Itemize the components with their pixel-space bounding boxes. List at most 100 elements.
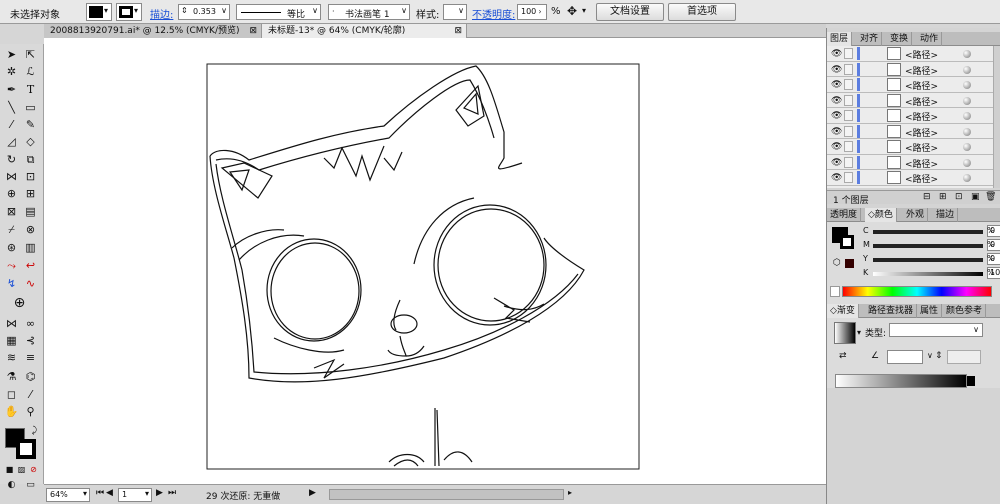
layer-row[interactable]: 👁 <路径>: [827, 170, 993, 186]
line-tool-icon[interactable]: ╲: [4, 100, 19, 115]
chevron-down-icon[interactable]: ▾: [145, 489, 149, 498]
tab-align[interactable]: 对齐: [857, 32, 883, 46]
curvature-tool-icon[interactable]: ⤳: [4, 258, 19, 273]
preferences-button[interactable]: 首选项: [668, 3, 736, 21]
slice-tool-icon[interactable]: ⁄: [23, 387, 38, 402]
eraser-tool-icon[interactable]: ◇: [23, 134, 38, 149]
screen-mode-icon[interactable]: ▭: [23, 478, 38, 493]
horizontal-scrollbar[interactable]: [329, 489, 564, 500]
target-icon[interactable]: [963, 81, 971, 89]
gradient-slider[interactable]: [835, 374, 967, 388]
layer-row[interactable]: 👁 <路径>: [827, 123, 993, 139]
wrinkle-tool-icon[interactable]: ≋: [4, 350, 19, 365]
twirl-tool-icon[interactable]: ∞: [23, 316, 38, 331]
recolor-artwork-icon[interactable]: ✥: [567, 4, 577, 18]
variable-width-profile[interactable]: 等比 ∨: [236, 4, 321, 20]
eye-icon[interactable]: 👁: [831, 49, 842, 59]
status-menu-icon[interactable]: ▶: [309, 488, 316, 498]
layers-scrollbar[interactable]: [993, 46, 1000, 188]
new-layer-icon[interactable]: ▣: [971, 192, 980, 202]
stroke-swatch[interactable]: ▾: [116, 3, 142, 21]
eye-icon[interactable]: 👁: [831, 65, 842, 75]
angle-field[interactable]: [887, 350, 923, 364]
eye-icon[interactable]: 👁: [831, 142, 842, 152]
gradient-preview[interactable]: [834, 322, 856, 344]
tab-document-2[interactable]: 未标题-13* @ 64% (CMYK/轮廓) ⊠: [262, 24, 467, 38]
target-icon[interactable]: [963, 65, 971, 74]
width-tool-icon[interactable]: ⋈: [4, 169, 19, 184]
convert-anchor-tool-icon[interactable]: ↯: [4, 276, 19, 291]
blob-brush-tool-icon[interactable]: ◿: [4, 134, 19, 149]
clipping-mask-icon[interactable]: ⊞: [939, 192, 947, 202]
reverse-gradient-icon[interactable]: ⇄: [839, 351, 847, 361]
layer-row[interactable]: 👁 <路径>: [827, 77, 993, 93]
target-icon[interactable]: [963, 158, 971, 167]
tab-document-1[interactable]: 2008813920791.ai* @ 12.5% (CMYK/预览) ⊠: [44, 24, 262, 38]
target-icon[interactable]: [963, 112, 971, 120]
eye-icon[interactable]: 👁: [831, 158, 842, 168]
target-icon[interactable]: [963, 174, 971, 182]
stroke-link[interactable]: 描边:: [150, 6, 173, 21]
yellow-channel[interactable]: Y0: [859, 253, 1000, 266]
close-icon[interactable]: ⊠: [454, 24, 462, 38]
magenta-channel[interactable]: M0: [859, 239, 1000, 252]
layer-row[interactable]: 👁 <路径>: [827, 108, 993, 124]
layer-row[interactable]: 👁 <路径>: [827, 92, 993, 108]
chevron-down-icon[interactable]: ▾: [857, 328, 861, 337]
target-icon[interactable]: [963, 143, 971, 151]
target-icon[interactable]: [963, 50, 971, 58]
type-tool-icon[interactable]: T: [23, 82, 38, 97]
new-sublayer-icon[interactable]: ⊡: [955, 192, 963, 202]
last-artboard-icon[interactable]: ⏭: [168, 488, 176, 498]
magic-wand-tool-icon[interactable]: ✲: [4, 64, 19, 79]
magenta-slider[interactable]: [873, 244, 983, 248]
stepper-icon[interactable]: ⇕: [181, 6, 188, 15]
scroll-right-icon[interactable]: ▸: [568, 488, 572, 497]
canvas-area[interactable]: [44, 38, 826, 484]
pen-tool-icon[interactable]: ✒: [4, 82, 19, 97]
layer-row[interactable]: 👁 <路径>: [827, 139, 993, 155]
live-paint-selection-icon[interactable]: ⌬: [23, 369, 38, 384]
artboard-svg[interactable]: [44, 38, 826, 484]
chevron-down-icon[interactable]: ▾: [582, 6, 586, 15]
rotate-tool-icon[interactable]: ↻: [4, 152, 19, 167]
crosshair-tool-icon[interactable]: ⊕: [12, 296, 27, 311]
eye-icon[interactable]: 👁: [831, 96, 842, 106]
stroke-color-box[interactable]: [16, 439, 36, 459]
aspect-ratio-field[interactable]: [947, 350, 981, 364]
symbol-sprayer-tool-icon[interactable]: ⊛: [4, 240, 19, 255]
out-of-gamut-icon[interactable]: ⬡: [833, 258, 841, 268]
selection-tool-icon[interactable]: ➤: [4, 47, 19, 62]
target-icon[interactable]: [963, 96, 971, 105]
none-color-swatch[interactable]: [830, 286, 840, 297]
cyan-slider[interactable]: [873, 230, 983, 234]
eyedropper-tool-icon[interactable]: ⌿: [4, 222, 19, 237]
free-transform-tool-icon[interactable]: ⊡: [23, 169, 38, 184]
tab-appearance[interactable]: 外观: [903, 208, 929, 222]
locate-object-icon[interactable]: ⊟: [923, 192, 931, 202]
none-mode-icon[interactable]: ⊘: [26, 462, 41, 477]
layer-row[interactable]: 👁 <路径>: [827, 61, 993, 77]
tab-color[interactable]: ◇颜色: [865, 208, 897, 222]
color-spectrum[interactable]: [842, 286, 992, 297]
pencil-tool-icon[interactable]: ✎: [23, 117, 38, 132]
black-channel[interactable]: K100: [859, 267, 1000, 280]
mesh-tool-icon[interactable]: ⊠: [4, 204, 19, 219]
tab-stroke[interactable]: 描边: [933, 208, 959, 222]
layer-row[interactable]: 👁 <路径>: [827, 154, 993, 170]
scale-tool-icon[interactable]: ⧉: [23, 152, 38, 167]
delete-layer-icon[interactable]: 🗑: [985, 192, 996, 202]
zoom-field[interactable]: 64% ▾: [46, 488, 90, 502]
close-icon[interactable]: ⊠: [249, 24, 257, 38]
zoom-tool-icon[interactable]: ⚲: [23, 404, 38, 419]
chevron-down-icon[interactable]: ▾: [83, 489, 87, 498]
rectangle-tool-icon[interactable]: ▭: [23, 100, 38, 115]
next-artboard-icon[interactable]: ▶: [156, 488, 163, 498]
column-graph-tool-icon[interactable]: ▥: [23, 240, 38, 255]
tab-gradient[interactable]: ◇渐变: [827, 304, 859, 318]
paintbrush-tool-icon[interactable]: ⁄: [4, 117, 19, 132]
live-paint-tool-icon[interactable]: ⚗: [4, 369, 19, 384]
chevron-right-icon[interactable]: ›: [535, 5, 545, 19]
eye-icon[interactable]: 👁: [831, 80, 842, 90]
tab-actions[interactable]: 动作: [917, 32, 943, 46]
